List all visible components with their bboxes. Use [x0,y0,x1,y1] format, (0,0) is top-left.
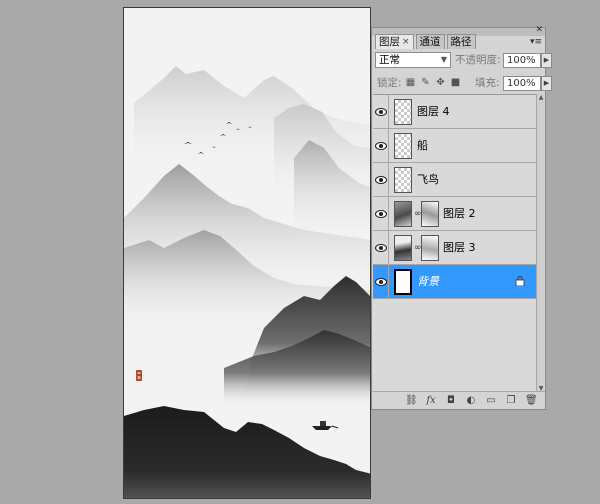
document-canvas[interactable] [123,7,371,499]
tab-paths[interactable]: 路径 [446,34,476,49]
fill-input[interactable]: 100% ▶ [503,76,552,91]
lock-icon [515,276,525,286]
layers-list: 图层 4 船 飞鸟 ∞ 图层 2 ∞ 图层 3 背景 [373,94,537,392]
layer-row[interactable]: ∞ 图层 2 [373,197,537,231]
lock-label: 锁定: [377,77,402,89]
fill-value: 100% [507,78,536,89]
blend-mode-value: 正常 [379,54,400,66]
layer-row[interactable]: 船 [373,129,537,163]
blend-opacity-row: 正常 ▼ 不透明度: 100% ▶ [375,52,552,69]
add-mask-icon[interactable]: ◘ [445,395,457,407]
panel-tabs: 图层 × 通道 路径 [375,34,478,49]
close-panel-icon[interactable]: ✕ [535,26,543,35]
layer-style-icon[interactable]: fx [425,395,437,407]
ink-landscape-artwork [124,8,370,498]
fill-arrow-icon[interactable]: ▶ [541,76,552,91]
lock-all-icon[interactable]: ■ [450,77,461,88]
layer-thumbnail [394,167,412,193]
new-layer-icon[interactable]: ❐ [505,395,517,407]
lock-transparent-icon[interactable]: ▦ [405,77,416,88]
layer-row[interactable]: 图层 4 [373,95,537,129]
layer-thumbnail [394,235,412,261]
eye-icon[interactable] [373,265,389,299]
layer-name[interactable]: 图层 2 [443,207,476,221]
opacity-value: 100% [507,55,536,66]
layer-row[interactable]: ∞ 图层 3 [373,231,537,265]
eye-icon[interactable] [373,129,389,163]
layer-name[interactable]: 船 [417,139,428,153]
panel-menu-icon[interactable]: ▾≡ [530,37,542,47]
tab-label: 通道 [419,35,441,48]
delete-layer-icon[interactable]: 🗑 [525,395,538,407]
layer-thumbnail [394,99,412,125]
opacity-label: 不透明度: [455,54,501,66]
panel-footer-toolbar: ⛓ fx ◘ ◐ ▭ ❐ 🗑 [372,391,545,409]
layer-thumbnail [394,201,412,227]
layer-name[interactable]: 图层 4 [417,105,450,119]
lock-options: ▦ ✎ ✥ ■ [405,77,461,88]
scroll-up-icon[interactable]: ▲ [537,94,545,101]
layer-thumbnail [394,269,412,295]
chevron-down-icon: ▼ [440,55,447,64]
layer-row[interactable]: 飞鸟 [373,163,537,197]
tab-label: 路径 [450,35,472,48]
layer-mask-thumbnail[interactable] [421,201,439,227]
red-seal-stamp [136,370,142,381]
new-group-icon[interactable]: ▭ [485,395,497,407]
tab-channels[interactable]: 通道 [415,34,445,49]
opacity-arrow-icon[interactable]: ▶ [541,53,552,68]
lock-position-icon[interactable]: ✥ [435,77,446,88]
eye-icon[interactable] [373,163,389,197]
link-layers-icon[interactable]: ⛓ [405,395,418,407]
eye-icon[interactable] [373,197,389,231]
layers-scrollbar[interactable]: ▲ ▼ [536,94,544,392]
close-tab-icon[interactable]: × [402,36,410,49]
opacity-input[interactable]: 100% ▶ [503,53,552,68]
layer-name[interactable]: 飞鸟 [417,173,439,187]
blend-mode-select[interactable]: 正常 ▼ [375,52,451,68]
lock-image-icon[interactable]: ✎ [420,77,431,88]
layer-name[interactable]: 背景 [417,275,439,289]
eye-icon[interactable] [373,231,389,265]
tab-layers[interactable]: 图层 × [375,34,414,49]
eye-icon[interactable] [373,95,389,129]
tab-label: 图层 [379,35,400,48]
fill-label: 填充: [475,77,500,89]
layer-row-selected[interactable]: 背景 [373,265,537,299]
layer-mask-thumbnail[interactable] [421,235,439,261]
adjustment-layer-icon[interactable]: ◐ [465,395,477,407]
layers-panel: ✕ 图层 × 通道 路径 ▾≡ 正常 ▼ 不透明度: 100% ▶ 锁定: ▦ … [371,26,552,410]
layer-thumbnail [394,133,412,159]
layer-name[interactable]: 图层 3 [443,241,476,255]
lock-fill-row: 锁定: ▦ ✎ ✥ ■ 填充: 100% ▶ [375,75,552,92]
